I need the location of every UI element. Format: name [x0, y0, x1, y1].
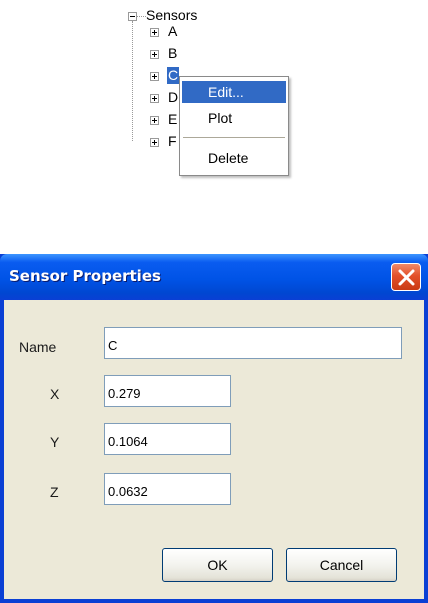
expand-e-icon[interactable]: [150, 116, 159, 125]
expand-d-icon[interactable]: [150, 94, 159, 103]
collapse-sensors-icon[interactable]: [128, 12, 137, 21]
menu-item-edit-label: Edit...: [208, 84, 244, 100]
menu-item-delete-label: Delete: [208, 150, 249, 166]
z-field-frame: [104, 473, 231, 505]
y-label: Y: [50, 434, 60, 450]
cancel-button[interactable]: Cancel: [286, 548, 397, 582]
expand-c-icon[interactable]: [150, 72, 159, 81]
tree-item-a[interactable]: A: [168, 23, 177, 40]
tree-root-sensors[interactable]: Sensors: [146, 7, 197, 24]
context-menu: Edit... Plot Delete: [179, 76, 289, 176]
menu-separator: [183, 137, 285, 138]
name-label: Name: [19, 339, 57, 355]
x-label: X: [50, 386, 60, 402]
menu-item-edit[interactable]: Edit...: [182, 81, 286, 103]
name-field-frame: [104, 327, 402, 359]
sensor-properties-dialog: Sensor Properties Name X Y Z OK Cancel: [0, 254, 428, 603]
tree-item-b[interactable]: B: [168, 45, 177, 62]
name-field[interactable]: [105, 328, 401, 358]
z-field[interactable]: [105, 474, 230, 504]
expand-a-icon[interactable]: [150, 28, 159, 37]
dialog-titlebar[interactable]: Sensor Properties: [0, 254, 428, 300]
sensor-tree: Sensors A B C D E F Edit... Plot Delete: [0, 0, 428, 240]
z-label: Z: [50, 484, 59, 500]
tree-connector: [132, 21, 133, 141]
close-button[interactable]: [391, 263, 421, 291]
dialog-title: Sensor Properties: [9, 267, 161, 285]
menu-item-plot-label: Plot: [208, 110, 233, 126]
x-field-frame: [104, 375, 231, 407]
tree-item-f[interactable]: F: [168, 133, 177, 150]
ok-button[interactable]: OK: [162, 548, 273, 582]
expand-f-icon[interactable]: [150, 138, 159, 147]
tree-item-d[interactable]: D: [168, 89, 178, 106]
y-field-frame: [104, 423, 231, 455]
menu-item-plot[interactable]: Plot: [182, 107, 286, 129]
tree-connector: [137, 16, 146, 17]
tree-item-e[interactable]: E: [168, 111, 177, 128]
y-field[interactable]: [105, 424, 230, 454]
close-x-icon: [398, 269, 415, 286]
expand-b-icon[interactable]: [150, 50, 159, 59]
tree-item-c[interactable]: C: [167, 67, 180, 84]
x-field[interactable]: [105, 376, 230, 406]
menu-item-delete[interactable]: Delete: [182, 147, 286, 169]
